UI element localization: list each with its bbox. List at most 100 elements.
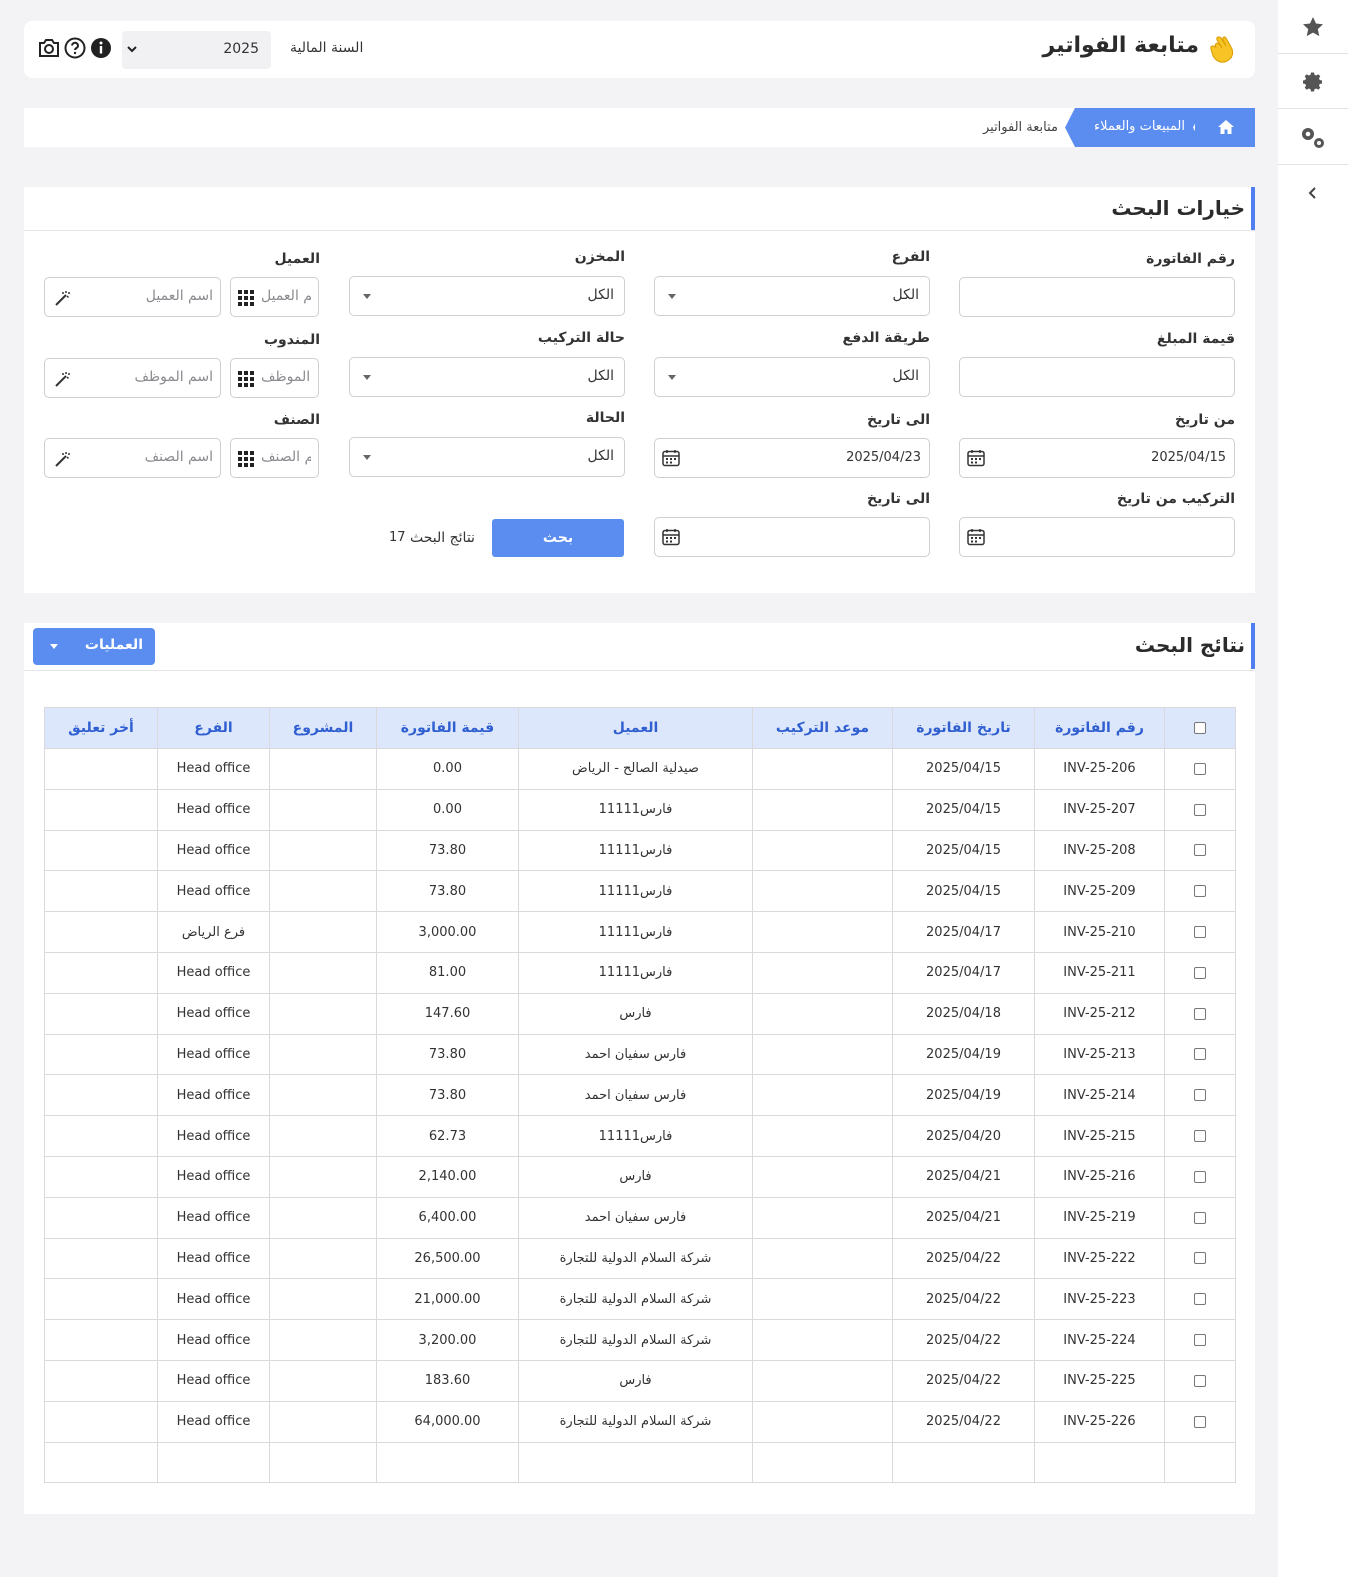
row-checkbox[interactable] [1194, 885, 1206, 898]
cell-invoice[interactable]: INV-25-225 [1034, 1359, 1165, 1402]
row-checkbox[interactable] [1194, 966, 1206, 979]
row-checkbox[interactable] [1194, 1007, 1206, 1020]
grid-icon[interactable] [238, 451, 254, 467]
breadcrumb-sales-link[interactable]: المبيعات والعملاء [1065, 108, 1203, 147]
item-name-input[interactable]: اسم الصنف [44, 438, 221, 478]
advanced-settings-button[interactable] [1278, 111, 1348, 165]
cell-invoice[interactable]: INV-25-209 [1034, 870, 1165, 913]
table-row[interactable]: INV-25-222 2025/04/22 شركة السلام الدولية … [44, 1237, 1236, 1280]
cell-invoice[interactable]: INV-25-211 [1034, 951, 1165, 994]
cell-invoice[interactable]: INV-25-215 [1034, 1115, 1165, 1157]
install-from-date-input[interactable] [959, 517, 1235, 557]
row-checkbox[interactable] [1194, 1089, 1206, 1102]
camera-icon[interactable] [37, 37, 61, 59]
cell-invoice[interactable]: INV-25-212 [1034, 992, 1165, 1035]
customer-label: العميل [274, 251, 320, 267]
row-checkbox[interactable] [1194, 803, 1206, 816]
cell-invoice[interactable]: INV-25-210 [1034, 911, 1165, 953]
column-header[interactable]: المشروع [269, 707, 377, 749]
branch-select[interactable]: الكل [654, 276, 930, 316]
warehouse-select[interactable]: الكل [349, 276, 625, 316]
customer-name-input[interactable]: اسم العميل [44, 277, 221, 317]
payment-method-select[interactable]: الكل [654, 357, 930, 397]
cell-invoice[interactable]: INV-25-208 [1034, 829, 1165, 872]
table-row[interactable]: INV-25-215 2025/04/20 فارس11111 62.73 Head o… [44, 1115, 1236, 1157]
column-header[interactable]: رقم الفاتورة [1034, 707, 1165, 749]
cell-invoice[interactable]: INV-25-219 [1034, 1196, 1165, 1239]
from-date-input[interactable]: 2025/04/15 [959, 438, 1235, 478]
calendar-icon[interactable] [966, 527, 986, 547]
magic-wand-icon[interactable] [54, 289, 72, 307]
table-row[interactable]: INV-25-223 2025/04/22 شركة السلام الدولية … [44, 1278, 1236, 1321]
row-checkbox[interactable] [1194, 1211, 1206, 1224]
cell-invoice[interactable]: INV-25-213 [1034, 1033, 1165, 1076]
column-header[interactable]: الفرع [157, 707, 270, 749]
column-header[interactable]: موعد التركيب [752, 707, 893, 749]
invoice-no-input[interactable] [959, 277, 1235, 317]
calendar-icon[interactable] [966, 448, 986, 468]
customer-no-input[interactable]: رقم العميل [230, 277, 319, 317]
table-row[interactable]: INV-25-210 2025/04/17 فارس11111 3,000.00 فرع… [44, 911, 1236, 953]
row-checkbox[interactable] [1194, 1170, 1206, 1183]
row-checkbox[interactable] [1194, 1048, 1206, 1061]
collapse-button[interactable] [1278, 166, 1348, 220]
row-checkbox[interactable] [1194, 926, 1206, 939]
row-checkbox[interactable] [1194, 762, 1206, 775]
to-date-input[interactable]: 2025/04/23 [654, 438, 930, 478]
row-checkbox[interactable] [1194, 1374, 1206, 1387]
status-select[interactable]: الكل [349, 437, 625, 477]
row-checkbox[interactable] [1194, 1415, 1206, 1428]
info-icon[interactable] [90, 37, 112, 59]
calendar-icon[interactable] [661, 527, 681, 547]
sales-rep-name-input[interactable]: اسم الموظف [44, 358, 221, 398]
row-checkbox[interactable] [1194, 1130, 1206, 1143]
table-row[interactable]: INV-25-219 2025/04/21 فارس سفيان احمد 6,400… [44, 1196, 1236, 1239]
table-row[interactable]: INV-25-207 2025/04/15 فارس11111 0.00 Head of… [44, 788, 1236, 831]
operations-dropdown-button[interactable]: العمليات [33, 628, 155, 665]
cell-invoice[interactable]: INV-25-224 [1034, 1319, 1165, 1361]
table-row[interactable]: INV-25-208 2025/04/15 فارس11111 73.80 Head o… [44, 829, 1236, 872]
select-all-checkbox[interactable] [1194, 722, 1206, 734]
cell-invoice[interactable]: INV-25-226 [1034, 1400, 1165, 1443]
grid-icon[interactable] [238, 290, 254, 306]
table-row[interactable]: INV-25-209 2025/04/15 فارس11111 73.80 Head o… [44, 870, 1236, 913]
table-row[interactable]: INV-25-216 2025/04/21 فارس 2,140.00 Head off… [44, 1155, 1236, 1198]
grid-icon[interactable] [238, 371, 254, 387]
cell-invoice[interactable]: INV-25-206 [1034, 748, 1165, 790]
item-no-input[interactable]: رقم الصنف [230, 438, 319, 478]
column-header[interactable]: تاريخ الفاتورة [892, 707, 1035, 749]
row-checkbox[interactable] [1194, 1252, 1206, 1265]
search-button[interactable]: بحث [492, 519, 624, 557]
table-row[interactable]: INV-25-211 2025/04/17 فارس11111 81.00 Head o… [44, 951, 1236, 994]
help-icon[interactable] [64, 37, 86, 59]
favorites-button[interactable] [1278, 0, 1348, 54]
install-status-select[interactable]: الكل [349, 357, 625, 397]
cell-invoice[interactable]: INV-25-214 [1034, 1074, 1165, 1117]
column-header[interactable]: أخر تعليق [44, 707, 158, 749]
cell-invoice[interactable]: INV-25-216 [1034, 1155, 1165, 1198]
cell-invoice[interactable]: INV-25-222 [1034, 1237, 1165, 1280]
magic-wand-icon[interactable] [54, 450, 72, 468]
column-header[interactable]: قيمة الفاتورة [376, 707, 519, 749]
calendar-icon[interactable] [661, 448, 681, 468]
row-checkbox[interactable] [1194, 1334, 1206, 1347]
column-header[interactable]: العميل [518, 707, 753, 749]
magic-wand-icon[interactable] [54, 370, 72, 388]
table-row[interactable]: INV-25-224 2025/04/22 شركة السلام الدولية … [44, 1319, 1236, 1361]
cell-invoice[interactable]: INV-25-223 [1034, 1278, 1165, 1321]
settings-button[interactable] [1278, 55, 1348, 109]
breadcrumb-home-link[interactable] [1195, 108, 1255, 147]
table-row[interactable]: INV-25-214 2025/04/19 فارس سفيان احمد 73.80… [44, 1074, 1236, 1117]
row-checkbox[interactable] [1194, 1293, 1206, 1306]
sales-rep-no-input[interactable]: رقم الموظف [230, 358, 319, 398]
amount-input[interactable] [959, 357, 1235, 397]
table-row[interactable]: INV-25-225 2025/04/22 فارس 183.60 Head offic… [44, 1359, 1236, 1402]
install-to-date-input[interactable] [654, 517, 930, 557]
table-row[interactable]: INV-25-212 2025/04/18 فارس 147.60 Head offic… [44, 992, 1236, 1035]
table-row[interactable]: INV-25-213 2025/04/19 فارس سفيان احمد 73.80… [44, 1033, 1236, 1076]
table-row[interactable]: INV-25-226 2025/04/22 شركة السلام الدولية … [44, 1400, 1236, 1443]
fiscal-year-select[interactable]: 2025 [122, 31, 271, 69]
cell-invoice[interactable]: INV-25-207 [1034, 788, 1165, 831]
table-row[interactable]: INV-25-206 2025/04/15 صيدلية الصالح - الري… [44, 748, 1236, 790]
row-checkbox[interactable] [1194, 844, 1206, 857]
